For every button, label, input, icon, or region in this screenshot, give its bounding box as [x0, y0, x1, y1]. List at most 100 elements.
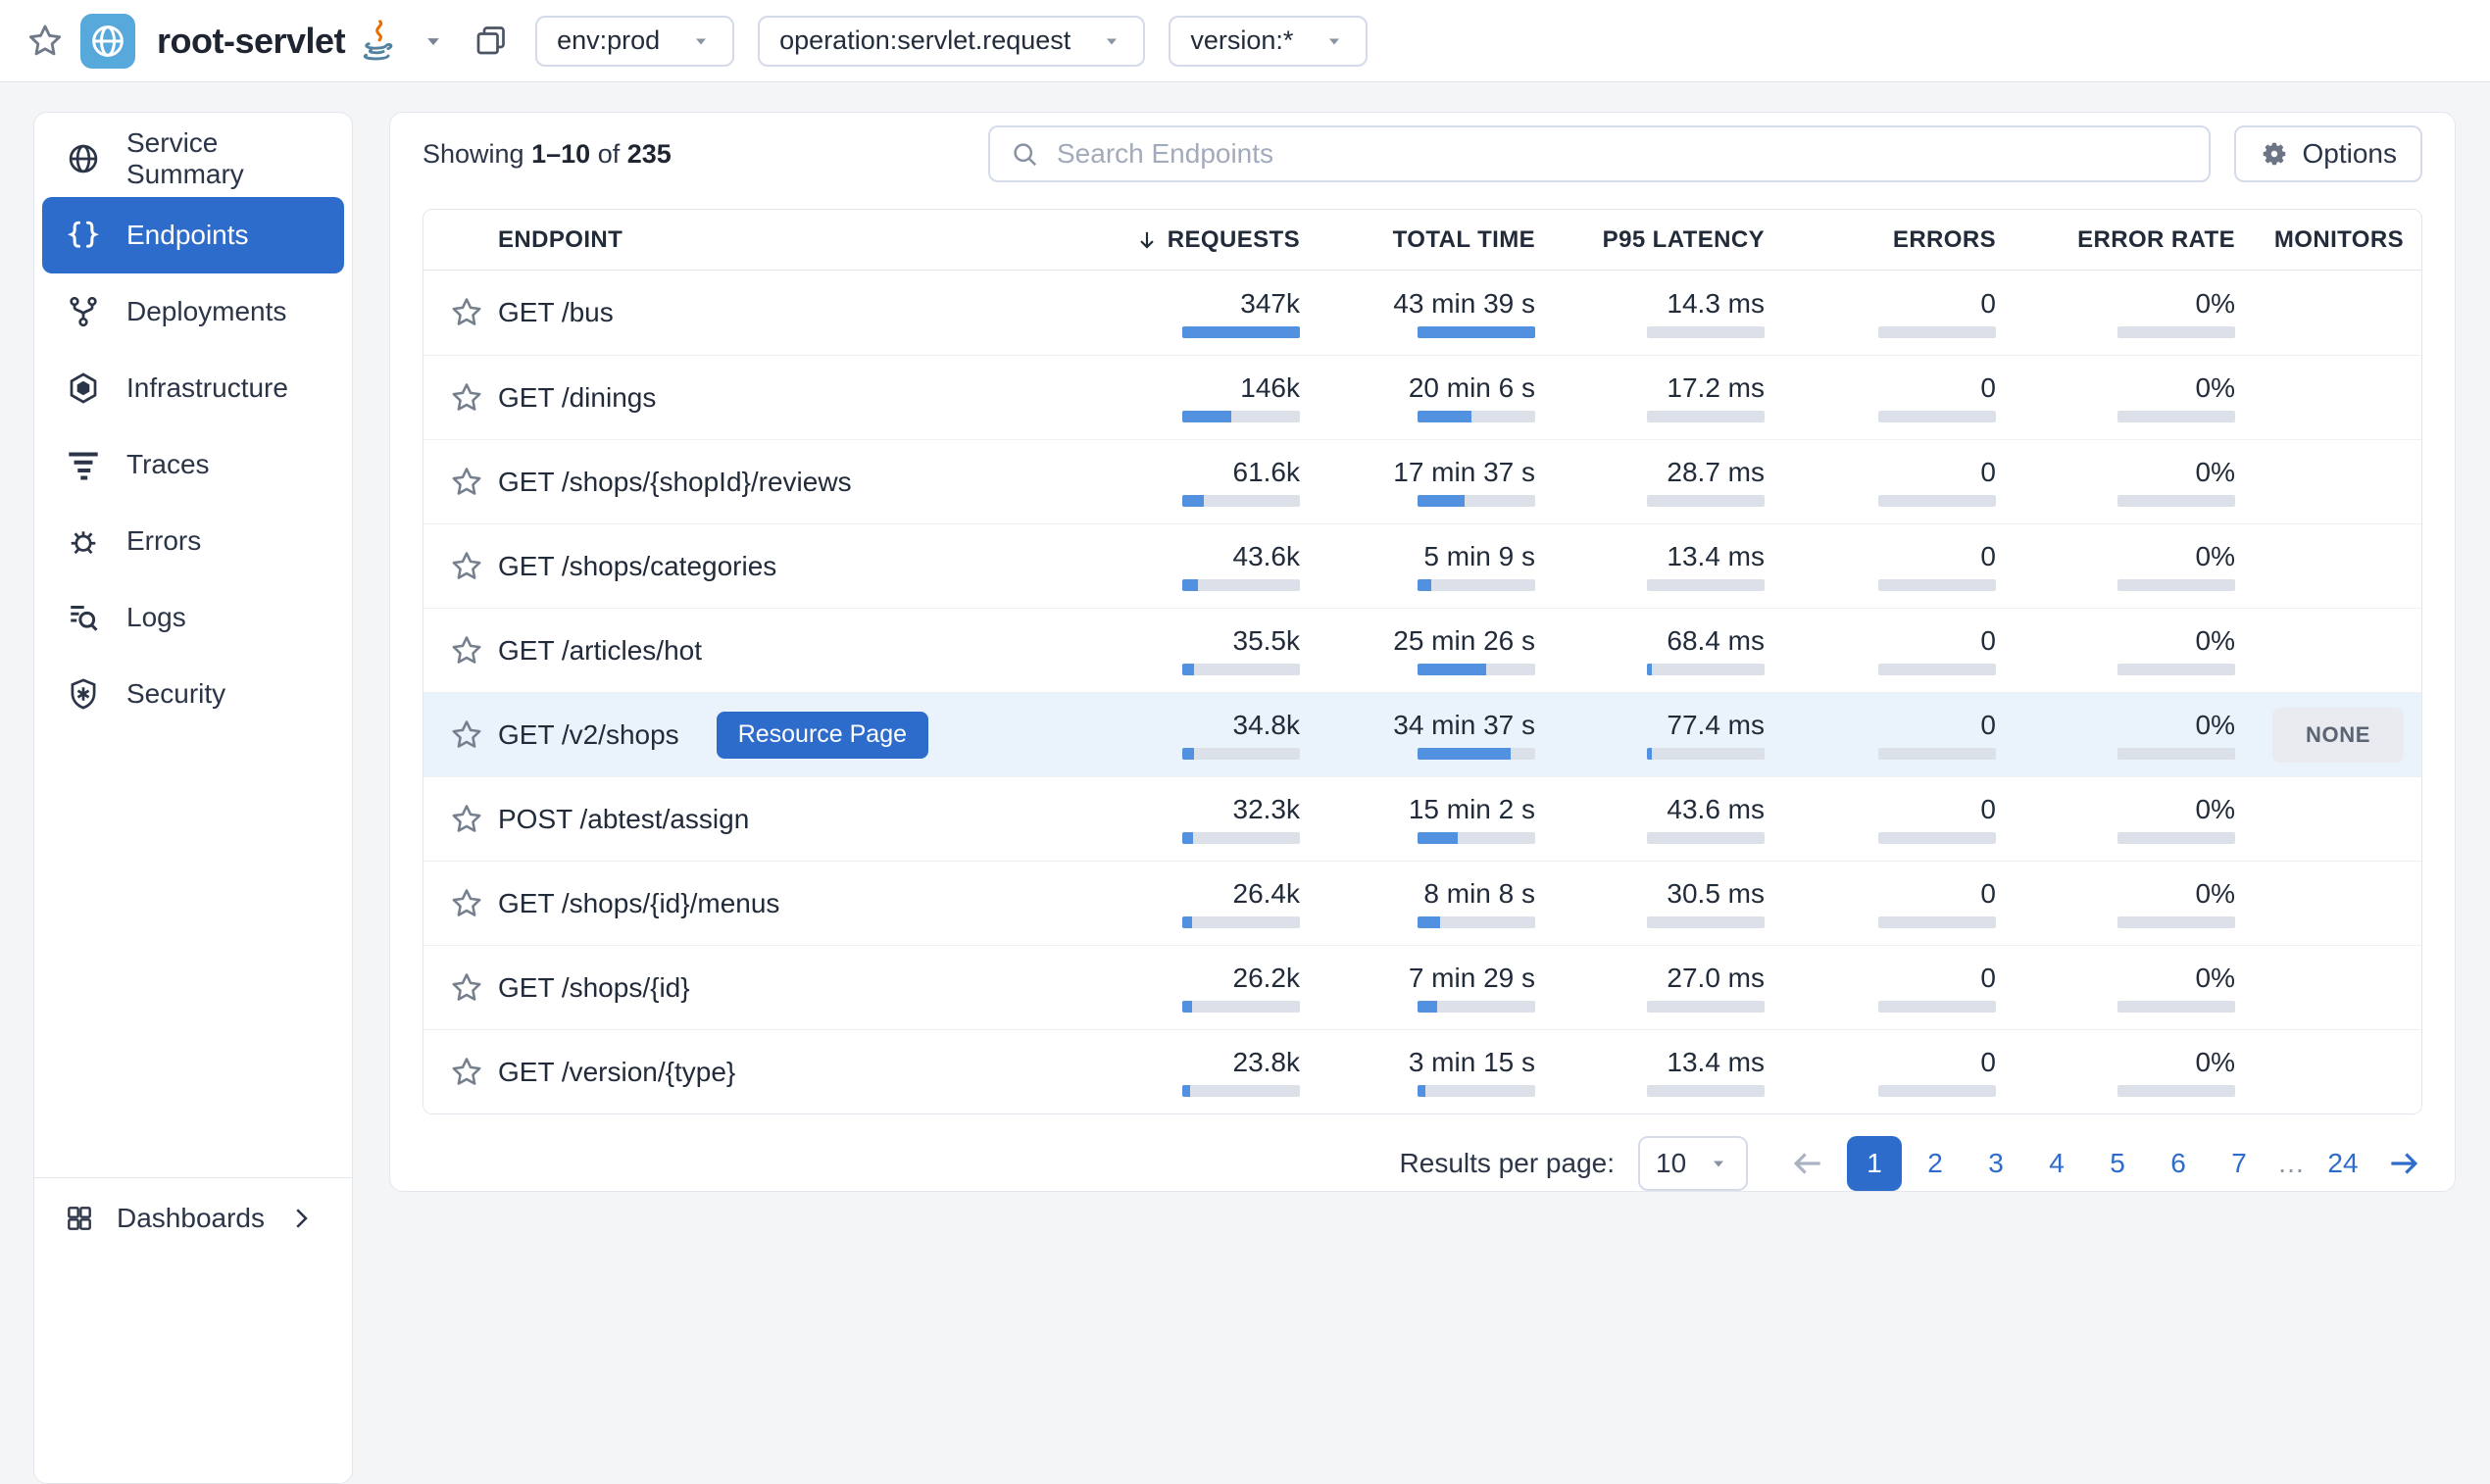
p95-latency-bar	[1647, 1085, 1765, 1097]
table-row[interactable]: GET /shops/{id}/menus26.4k8 min 8 s30.5 …	[423, 861, 2421, 945]
filter-pill-1[interactable]: env:prod	[535, 16, 734, 67]
errors-bar	[1878, 832, 1996, 844]
endpoint-name[interactable]: GET /version/{type}	[498, 1057, 735, 1088]
prev-page-button[interactable]	[1789, 1145, 1826, 1182]
filter-label: version:*	[1190, 25, 1293, 56]
table-row[interactable]: GET /shops/{id}26.2k7 min 29 s27.0 ms00%	[423, 945, 2421, 1029]
favorite-star-icon[interactable]	[449, 549, 498, 584]
total-time-value: 20 min 6 s	[1409, 372, 1535, 404]
p95-latency-bar	[1647, 832, 1765, 844]
p95-latency-cell: 68.4 ms	[1535, 625, 1765, 675]
page-2-button[interactable]: 2	[1908, 1136, 1963, 1191]
page-5-button[interactable]: 5	[2090, 1136, 2145, 1191]
resource-page-button[interactable]: Resource Page	[717, 712, 928, 759]
table-row[interactable]: GET /articles/hot35.5k25 min 26 s68.4 ms…	[423, 608, 2421, 692]
table-row[interactable]: POST /abtest/assign32.3k15 min 2 s43.6 m…	[423, 776, 2421, 861]
table-row[interactable]: GET /version/{type}23.8k3 min 15 s13.4 m…	[423, 1029, 2421, 1113]
p95-latency-value: 43.6 ms	[1667, 794, 1765, 825]
errors-cell: 0	[1765, 372, 1996, 422]
title-caret-down-icon[interactable]	[420, 27, 447, 55]
table-row[interactable]: GET /v2/shopsResource Page34.8k34 min 37…	[423, 692, 2421, 776]
caret-down-icon	[689, 29, 713, 53]
service-tile	[80, 14, 135, 69]
requests-cell: 146k	[1074, 372, 1300, 422]
error-rate-value: 0%	[2196, 710, 2235, 741]
endpoint-name[interactable]: GET /shops/{id}	[498, 972, 690, 1004]
search-box[interactable]	[988, 125, 2211, 182]
requests-bar	[1182, 748, 1300, 760]
page-24-button[interactable]: 24	[2316, 1136, 2370, 1191]
p95-latency-value: 13.4 ms	[1667, 541, 1765, 572]
page-3-button[interactable]: 3	[1968, 1136, 2023, 1191]
endpoint-name[interactable]: POST /abtest/assign	[498, 804, 749, 835]
endpoint-name[interactable]: GET /articles/hot	[498, 635, 702, 667]
endpoint-name[interactable]: GET /v2/shops	[498, 719, 679, 751]
column-error-rate[interactable]: ERROR RATE	[1996, 226, 2235, 254]
favorite-star-icon[interactable]	[449, 717, 498, 753]
copy-icon[interactable]	[473, 24, 508, 59]
page-6-button[interactable]: 6	[2151, 1136, 2206, 1191]
p95-latency-cell: 13.4 ms	[1535, 541, 1765, 591]
requests-cell: 61.6k	[1074, 457, 1300, 507]
column-errors[interactable]: ERRORS	[1765, 226, 1996, 254]
sidebar-item-endpoints[interactable]: Endpoints	[42, 197, 344, 273]
errors-value: 0	[1980, 1047, 1996, 1078]
favorite-star-icon[interactable]	[449, 380, 498, 416]
sidebar-item-infrastructure[interactable]: Infrastructure	[42, 350, 344, 426]
favorite-star-icon[interactable]	[449, 1055, 498, 1090]
page-4-button[interactable]: 4	[2029, 1136, 2084, 1191]
p95-latency-cell: 30.5 ms	[1535, 878, 1765, 928]
favorite-star-icon[interactable]	[25, 22, 65, 61]
sidebar-item-logs[interactable]: Logs	[42, 579, 344, 656]
sidebar-item-security[interactable]: Security	[42, 656, 344, 732]
caret-down-icon	[1707, 1152, 1730, 1175]
favorite-star-icon[interactable]	[449, 465, 498, 500]
next-page-button[interactable]	[2385, 1145, 2422, 1182]
requests-value: 26.2k	[1233, 963, 1301, 994]
page-1-button[interactable]: 1	[1847, 1136, 1902, 1191]
sidebar-item-traces[interactable]: Traces	[42, 426, 344, 503]
error-rate-bar	[2117, 832, 2235, 844]
total-time-cell: 17 min 37 s	[1300, 457, 1535, 507]
results-summary: Showing 1–10 of 235	[423, 139, 988, 170]
sidebar-item-errors[interactable]: Errors	[42, 503, 344, 579]
search-input[interactable]	[1055, 137, 2189, 171]
endpoint-name[interactable]: GET /shops/categories	[498, 551, 776, 582]
endpoint-name[interactable]: GET /shops/{id}/menus	[498, 888, 779, 919]
endpoint-name[interactable]: GET /bus	[498, 297, 614, 328]
filter-pill-3[interactable]: version:*	[1169, 16, 1368, 67]
column-total-time[interactable]: TOTAL TIME	[1300, 226, 1535, 254]
column-monitors[interactable]: MONITORS	[2235, 226, 2421, 254]
page-size-select[interactable]: 10	[1638, 1136, 1748, 1191]
total-time-cell: 15 min 2 s	[1300, 794, 1535, 844]
monitor-status-badge[interactable]: NONE	[2272, 708, 2404, 763]
sidebar-item-label: Deployments	[126, 296, 286, 327]
table-row[interactable]: GET /shops/{shopId}/reviews 61.6k17 min 3…	[423, 439, 2421, 523]
total-time-cell: 3 min 15 s	[1300, 1047, 1535, 1097]
table-row[interactable]: GET /bus347k43 min 39 s14.3 ms00%	[423, 271, 2421, 355]
error-rate-cell: 0%	[1996, 541, 2235, 591]
favorite-star-icon[interactable]	[449, 633, 498, 668]
total-time-value: 43 min 39 s	[1393, 288, 1535, 320]
column-endpoint[interactable]: ENDPOINT	[498, 226, 1074, 254]
favorite-star-icon[interactable]	[449, 886, 498, 921]
filter-pill-2[interactable]: operation:servlet.request	[758, 16, 1145, 67]
favorite-star-icon[interactable]	[449, 970, 498, 1006]
sidebar-divider	[34, 1177, 352, 1178]
sidebar-item-service-summary[interactable]: Service Summary	[42, 121, 344, 197]
errors-bar	[1878, 411, 1996, 422]
error-rate-cell: 0%	[1996, 372, 2235, 422]
fork-icon	[66, 294, 101, 329]
column-requests[interactable]: REQUESTS	[1074, 226, 1300, 254]
table-row[interactable]: GET /shops/categories43.6k5 min 9 s13.4 …	[423, 523, 2421, 608]
table-row[interactable]: GET /dinings146k20 min 6 s17.2 ms00%	[423, 355, 2421, 439]
page-7-button[interactable]: 7	[2212, 1136, 2266, 1191]
column-p95-latency[interactable]: P95 LATENCY	[1535, 226, 1765, 254]
favorite-star-icon[interactable]	[449, 802, 498, 837]
sidebar-item-deployments[interactable]: Deployments	[42, 273, 344, 350]
sidebar-item-dashboards[interactable]: Dashboards	[64, 1203, 336, 1234]
favorite-star-icon[interactable]	[449, 295, 498, 330]
endpoint-name[interactable]: GET /shops/{shopId}/reviews	[498, 467, 852, 498]
options-button[interactable]: Options	[2234, 125, 2423, 182]
endpoint-name[interactable]: GET /dinings	[498, 382, 656, 414]
